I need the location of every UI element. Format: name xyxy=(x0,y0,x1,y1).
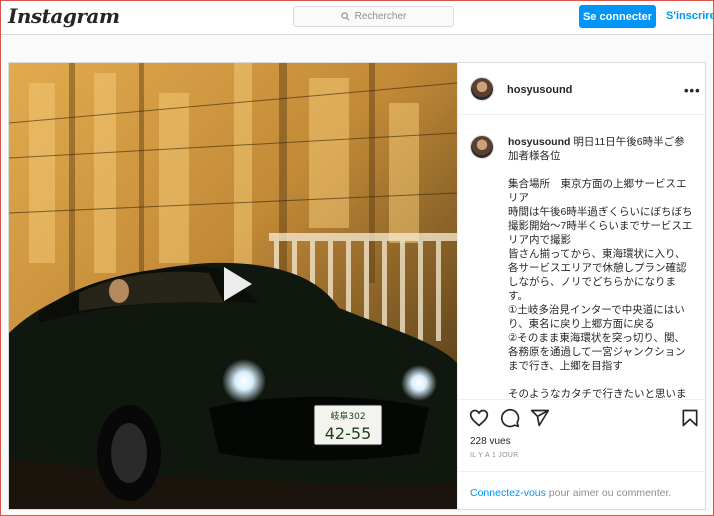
post-actions: 228 vues IL Y A 1 JOUR xyxy=(458,399,707,459)
login-prompt: Connectez-vous pour aimer ou commenter. xyxy=(458,471,707,509)
caption-text: hosyusound 明日11日午後6時半ご参加者様各位 集合場所 東京方面の上… xyxy=(508,136,693,400)
search-input[interactable]: Rechercher xyxy=(293,6,454,27)
search-placeholder: Rechercher xyxy=(354,11,407,22)
search-icon xyxy=(341,12,350,21)
top-navigation: Instagram Rechercher Se connecter S'insc… xyxy=(1,1,714,35)
post-username[interactable]: hosyusound xyxy=(507,84,572,96)
signup-link[interactable]: S'inscrire xyxy=(666,10,714,22)
caption-area: hosyusound 明日11日午後6時半ご参加者様各位 集合場所 東京方面の上… xyxy=(458,116,707,401)
post-video[interactable]: 岐阜302 42-55 xyxy=(9,63,457,509)
post-card: 岐阜302 42-55 hosyusound ••• hosyusound 明日… xyxy=(8,62,707,510)
avatar[interactable] xyxy=(470,77,494,101)
play-icon[interactable] xyxy=(210,259,260,309)
post-sidebar: hosyusound ••• hosyusound 明日11日午後6時半ご参加者… xyxy=(457,63,707,509)
comment-icon[interactable] xyxy=(500,408,520,428)
login-link[interactable]: Connectez-vous xyxy=(470,487,546,499)
post-header: hosyusound ••• xyxy=(458,63,707,115)
bookmark-icon[interactable] xyxy=(680,408,700,428)
share-icon[interactable] xyxy=(530,408,550,428)
license-plate-line1: 岐阜302 xyxy=(330,410,365,422)
more-icon[interactable]: ••• xyxy=(684,83,701,98)
instagram-logo[interactable]: Instagram xyxy=(8,4,120,28)
caption-avatar[interactable] xyxy=(470,135,494,159)
login-button[interactable]: Se connecter xyxy=(579,5,656,28)
view-count[interactable]: 228 vues xyxy=(470,436,511,447)
post-timestamp[interactable]: IL Y A 1 JOUR xyxy=(470,452,519,459)
heart-icon[interactable] xyxy=(469,408,489,428)
caption-username[interactable]: hosyusound xyxy=(508,136,570,148)
login-prompt-text: Connectez-vous pour aimer ou commenter. xyxy=(470,487,672,499)
license-plate-line2: 42-55 xyxy=(325,424,372,443)
